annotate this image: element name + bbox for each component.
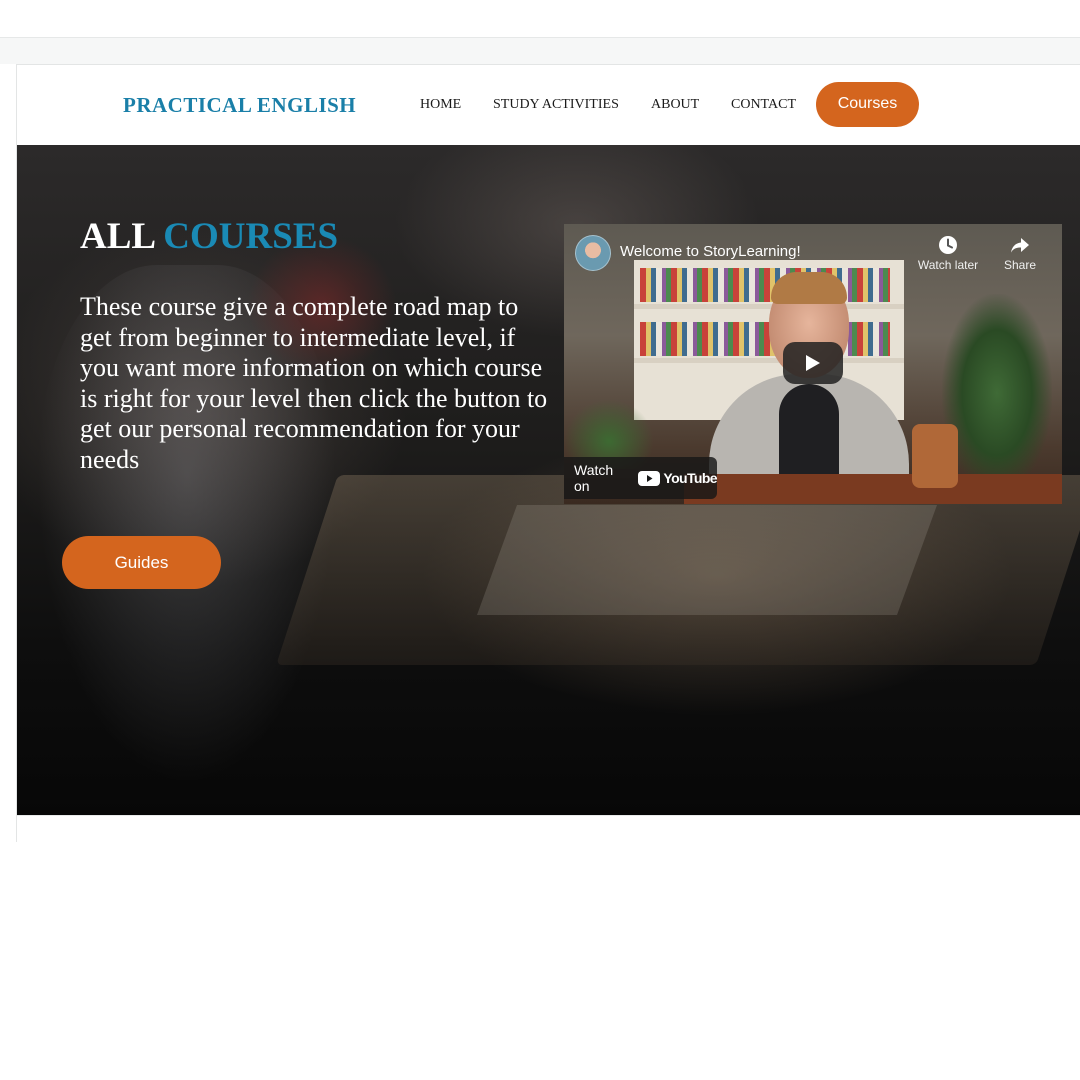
video-scene-presenter-hair <box>771 272 847 304</box>
channel-avatar[interactable] <box>575 235 611 271</box>
play-icon <box>806 355 820 371</box>
share-arrow-icon <box>1011 238 1029 253</box>
site-header: PRACTICAL ENGLISH HOME STUDY ACTIVITIES … <box>17 65 1080 145</box>
play-button[interactable] <box>783 342 843 384</box>
video-scene-plant <box>942 294 1052 474</box>
youtube-video-embed[interactable]: Welcome to StoryLearning! Watch later Sh… <box>564 224 1062 504</box>
clock-icon <box>939 236 957 254</box>
hero-background-paper <box>476 505 938 615</box>
video-scene-shelf-board <box>634 304 904 309</box>
video-scene-table <box>684 474 1062 504</box>
top-band <box>0 38 1080 64</box>
youtube-wordmark: YouTube <box>663 470 717 486</box>
share-label: Share <box>1003 258 1037 272</box>
hero-title: ALL COURSES <box>80 215 338 258</box>
youtube-logo: YouTube <box>638 470 718 486</box>
hero-title-main: ALL <box>80 216 155 257</box>
video-title[interactable]: Welcome to StoryLearning! <box>620 243 801 260</box>
watch-later-label: Watch later <box>917 258 979 272</box>
hero-title-accent: COURSES <box>163 216 339 257</box>
youtube-play-icon <box>638 470 661 486</box>
video-scene-books <box>640 322 890 356</box>
nav-contact[interactable]: CONTACT <box>731 97 796 113</box>
nav-home[interactable]: HOME <box>420 97 461 113</box>
courses-button[interactable]: Courses <box>816 82 919 127</box>
video-scene-lamp <box>912 424 958 488</box>
watch-later-button[interactable]: Watch later <box>915 235 981 272</box>
watch-on-youtube-link[interactable]: Watch on YouTube <box>564 457 718 499</box>
hero-section: ALL COURSES These course give a complete… <box>17 145 1080 815</box>
video-scene-shelf-board <box>634 358 904 363</box>
video-scene-books <box>640 268 890 302</box>
nav-study-activities[interactable]: STUDY ACTIVITIES <box>493 97 619 113</box>
guides-button[interactable]: Guides <box>62 536 221 589</box>
hero-description: These course give a complete road map to… <box>80 292 548 474</box>
site-logo[interactable]: PRACTICAL ENGLISH <box>123 93 356 118</box>
nav-about[interactable]: ABOUT <box>651 97 699 113</box>
share-button[interactable]: Share <box>987 235 1053 272</box>
watch-on-label: Watch on <box>574 462 614 494</box>
section-divider <box>17 815 1080 816</box>
